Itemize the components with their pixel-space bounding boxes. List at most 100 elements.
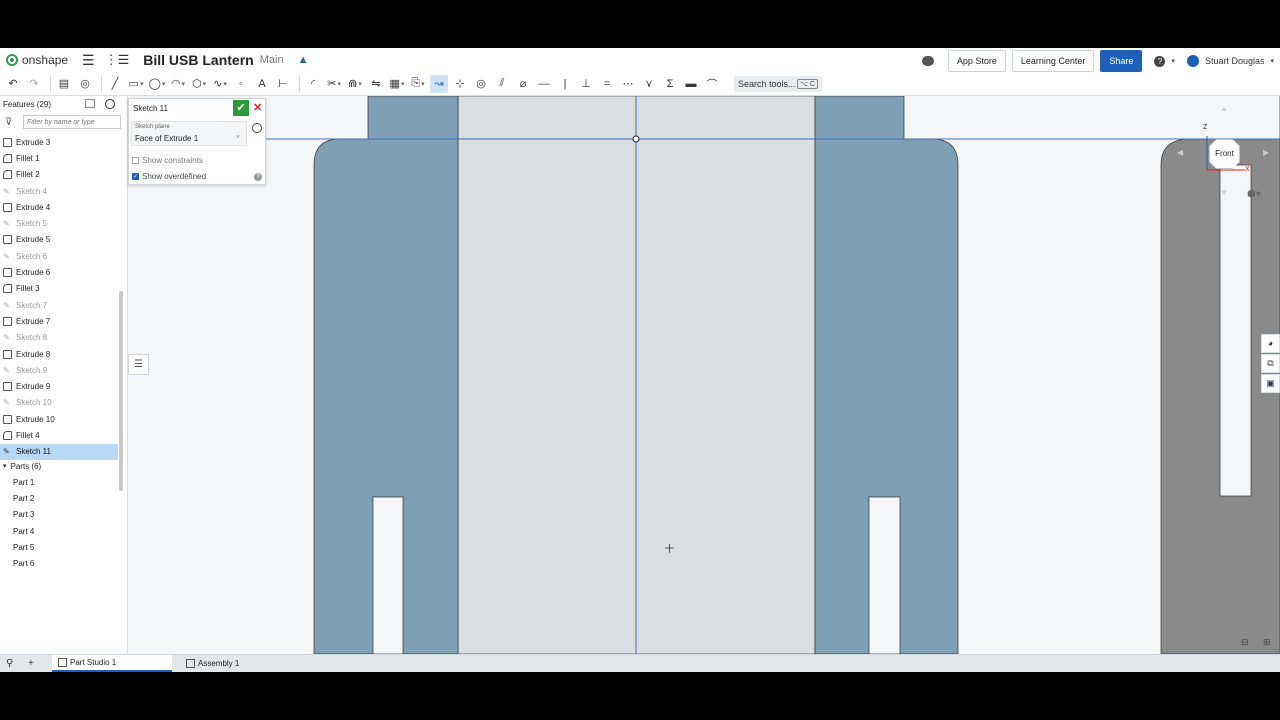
rollback-timer-icon[interactable] bbox=[105, 99, 115, 109]
feature-item[interactable]: ✎ Sketch 4 bbox=[0, 183, 118, 199]
arc-tool-icon[interactable]: ◠ bbox=[169, 75, 187, 93]
feature-item[interactable]: Extrude 5 bbox=[0, 232, 118, 248]
show-constraints-checkbox[interactable]: Show constraints bbox=[132, 156, 203, 165]
dark-part-slot[interactable] bbox=[1219, 164, 1252, 497]
polygon-tool-icon[interactable]: ⬡ bbox=[190, 75, 208, 93]
part-item[interactable]: Part 4 bbox=[13, 523, 34, 539]
sketch-plane-field[interactable]: Sketch plane Face of Extrude 1 × bbox=[131, 121, 247, 146]
feature-item[interactable]: ✎ Sketch 8 bbox=[0, 330, 118, 346]
spline-tool-icon[interactable]: ∿ bbox=[211, 75, 229, 93]
feature-item[interactable]: Fillet 4 bbox=[0, 427, 118, 443]
list-panel-toggle-icon[interactable]: ☰ bbox=[128, 354, 149, 375]
circle-tool-icon[interactable]: ◯ bbox=[148, 75, 166, 93]
coincident-icon[interactable]: ⊹ bbox=[451, 75, 469, 93]
curvature-icon[interactable]: ⌒ bbox=[703, 75, 721, 93]
user-name[interactable]: Stuart Douglas bbox=[1205, 56, 1265, 66]
add-tab-icon[interactable]: + bbox=[28, 658, 44, 669]
user-avatar[interactable] bbox=[1186, 55, 1199, 67]
line-tool-icon[interactable]: ╱ bbox=[106, 75, 124, 93]
share-button[interactable]: Share bbox=[1100, 50, 1143, 72]
spiral-icon[interactable]: ◎ bbox=[76, 75, 94, 93]
symmetric-icon[interactable]: Σ bbox=[661, 75, 679, 93]
feature-item[interactable]: ✎ Sketch 7 bbox=[0, 297, 118, 313]
part-item[interactable]: Part 1 bbox=[13, 474, 34, 490]
app-store-button[interactable]: App Store bbox=[947, 50, 1006, 72]
midpoint-icon[interactable]: ⋯ bbox=[619, 75, 637, 93]
view-options-cube-icon[interactable]: ⬢▾ bbox=[1247, 189, 1261, 200]
feature-list-scrollbar[interactable] bbox=[119, 291, 123, 491]
help-icon[interactable]: ? bbox=[1154, 55, 1166, 67]
view-tools-icon[interactable]: ⊟ bbox=[1241, 637, 1249, 648]
fillet-tool-icon[interactable]: ◜ bbox=[304, 75, 322, 93]
equal-icon[interactable]: = bbox=[598, 75, 616, 93]
text-tool-icon[interactable]: A bbox=[253, 75, 271, 93]
right-slot[interactable] bbox=[868, 496, 901, 654]
onshape-logo[interactable]: onshape bbox=[6, 53, 68, 67]
section-view-icon[interactable]: ⊞ bbox=[1263, 637, 1271, 648]
redo-icon[interactable]: ↷ bbox=[25, 75, 43, 93]
clear-plane-icon[interactable]: × bbox=[236, 134, 240, 141]
menu-icon[interactable]: ☰ bbox=[82, 52, 95, 69]
graphics-canvas[interactable] bbox=[129, 96, 1280, 654]
feature-item[interactable]: Fillet 2 bbox=[0, 167, 118, 183]
tab-manager-icon[interactable]: ⚲ bbox=[6, 658, 22, 669]
feature-item[interactable]: Extrude 7 bbox=[0, 313, 118, 329]
chevron-down-icon[interactable]: ▾ bbox=[1171, 57, 1175, 65]
view-cube-front-face[interactable]: Front bbox=[1209, 139, 1240, 169]
tab-part-studio-1[interactable]: Part Studio 1 bbox=[52, 655, 172, 672]
perpendicular-icon[interactable]: ⊥ bbox=[577, 75, 595, 93]
horizontal-icon[interactable]: — bbox=[535, 75, 553, 93]
appearance-icon[interactable]: ◕ bbox=[1261, 334, 1280, 353]
offset-tool-icon[interactable]: ⋒ bbox=[346, 75, 364, 93]
part-item[interactable]: Part 2 bbox=[13, 490, 34, 506]
left-slot[interactable] bbox=[372, 496, 404, 654]
configurations-icon[interactable]: ▣ bbox=[1261, 374, 1280, 393]
pattern-tool-icon[interactable]: ▦ bbox=[388, 75, 406, 93]
graduation-cap-icon[interactable]: ▲ bbox=[298, 54, 309, 66]
part-item[interactable]: Part 5 bbox=[13, 539, 34, 555]
feature-item[interactable]: ✎ Sketch 5 bbox=[0, 215, 118, 231]
rotate-right-arrow-icon[interactable]: ▶ bbox=[1263, 148, 1269, 157]
insert-part-icon[interactable]: ⧉ bbox=[1261, 354, 1280, 373]
feature-filter-input[interactable] bbox=[23, 115, 121, 129]
search-tools-input[interactable]: Search tools... ⌥ C bbox=[734, 75, 822, 92]
trim-tool-icon[interactable]: ✂ bbox=[325, 75, 343, 93]
history-clock-icon[interactable] bbox=[252, 123, 262, 133]
feature-item[interactable]: Extrude 3 bbox=[0, 134, 118, 150]
add-folder-icon[interactable] bbox=[85, 99, 95, 108]
show-overdefined-checkbox[interactable]: ✓ Show overdefined bbox=[132, 172, 206, 181]
use-tool-icon[interactable]: ⎘ bbox=[409, 75, 427, 93]
feature-item[interactable]: ✎ Sketch 9 bbox=[0, 362, 118, 378]
vertical-icon[interactable]: | bbox=[556, 75, 574, 93]
feature-item[interactable]: Extrude 10 bbox=[0, 411, 118, 427]
sketch-origin-point[interactable] bbox=[632, 135, 640, 143]
feature-item[interactable]: Extrude 9 bbox=[0, 378, 118, 394]
tangent-icon[interactable]: ⌀ bbox=[514, 75, 532, 93]
filter-icon[interactable]: ⊽ bbox=[5, 117, 19, 128]
point-tool-icon[interactable]: ◦ bbox=[232, 75, 250, 93]
concentric-icon[interactable]: ◎ bbox=[472, 75, 490, 93]
feature-item[interactable]: ✎ Sketch 6 bbox=[0, 248, 118, 264]
dimension-tool-icon[interactable]: ⊢ bbox=[274, 75, 292, 93]
part-item[interactable]: Part 6 bbox=[13, 555, 34, 571]
feature-item[interactable]: Fillet 3 bbox=[0, 281, 118, 297]
undo-icon[interactable]: ↶ bbox=[4, 75, 22, 93]
chevron-down-icon[interactable]: ▾ bbox=[1270, 57, 1274, 65]
feature-item[interactable]: Extrude 8 bbox=[0, 346, 118, 362]
parallel-icon[interactable]: ⫽ bbox=[493, 75, 511, 93]
feature-item[interactable]: Extrude 6 bbox=[0, 264, 118, 280]
normal-icon[interactable]: ⋎ bbox=[640, 75, 658, 93]
comments-icon[interactable] bbox=[921, 56, 934, 66]
tab-assembly-1[interactable]: Assembly 1 bbox=[180, 655, 300, 672]
parts-header[interactable]: ▾ Parts (6) bbox=[0, 458, 41, 474]
mirror-tool-icon[interactable]: ⇋ bbox=[367, 75, 385, 93]
feature-item[interactable]: ✎ Sketch 10 bbox=[0, 395, 118, 411]
rectangle-tool-icon[interactable]: ▭ bbox=[127, 75, 145, 93]
rotate-left-arrow-icon[interactable]: ◀ bbox=[1177, 148, 1183, 157]
fix-icon[interactable]: ▬ bbox=[682, 75, 700, 93]
rotate-down-arrow-icon[interactable]: ▼ bbox=[1220, 188, 1228, 197]
construction-tool-icon[interactable]: ↝ bbox=[430, 74, 448, 93]
document-title[interactable]: Bill USB Lantern bbox=[143, 52, 253, 68]
feature-item[interactable]: Extrude 4 bbox=[0, 199, 118, 215]
part-item[interactable]: Part 3 bbox=[13, 507, 34, 523]
